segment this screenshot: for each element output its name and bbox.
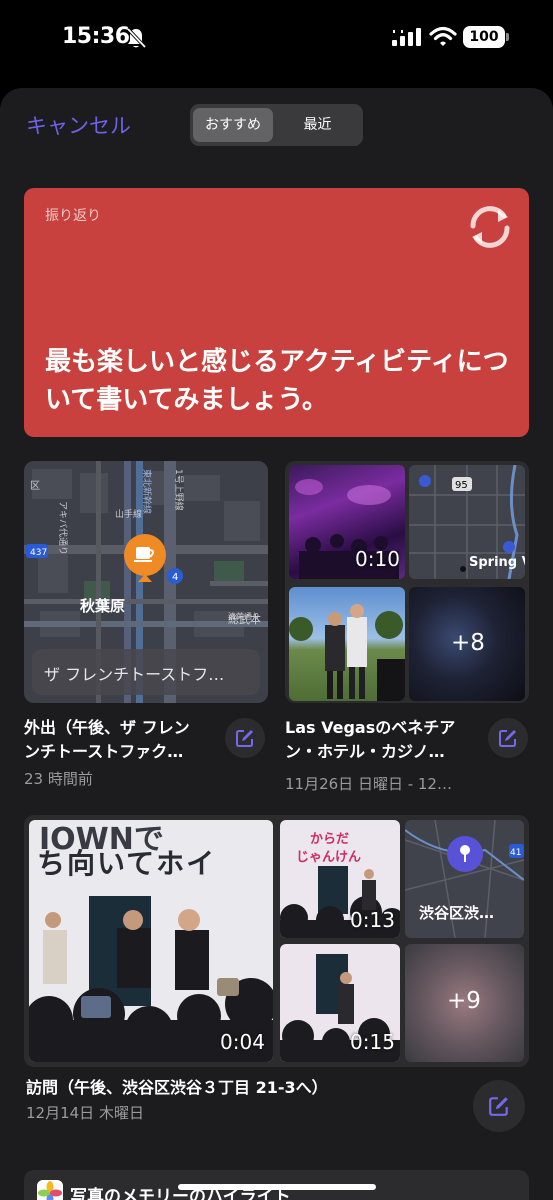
memory-title: 訪問（午後、渋谷区渋谷３丁目 21-3へ）	[26, 1078, 328, 1097]
map-thumbnail: 95 Spring V	[409, 465, 525, 579]
prompt-label: 振り返り	[45, 208, 101, 224]
segment-recommended[interactable]: おすすめ	[193, 108, 273, 142]
cellular-signal-icon	[392, 28, 421, 46]
place-banner-text: ザ フレンチトーストフ…	[44, 665, 225, 684]
reflection-prompt-card[interactable]: 振り返り 最も楽しいと感じるアクティビティについて書いてみましょう。	[24, 188, 529, 437]
video-thumbnail-main: IOWNで ち向いてホイ 0:04	[29, 820, 273, 1062]
map-area-label: 秋葉原	[80, 597, 126, 615]
memory-subtitle: 12月14日 木曜日	[26, 1104, 144, 1122]
compose-icon	[499, 730, 516, 747]
compose-icon	[236, 730, 253, 747]
route-badge: 41	[510, 848, 521, 858]
edit-memory-button[interactable]	[473, 1080, 525, 1132]
memory-title-line2: ンチトーストファク…	[24, 742, 184, 761]
video-thumbnail: 0:15	[280, 944, 400, 1062]
memory-card-las-vegas[interactable]: 0:10 95 Spring V +8	[285, 461, 529, 703]
memory-card-outing[interactable]: アキバ代通り 区 山手線 東北新幹線 1号上野線 清美通り 437 4 秋葉原 …	[24, 461, 268, 703]
street-label: 総武本	[228, 613, 261, 626]
prompt-text: 最も楽しいと感じるアクティビティについて書いてみましょう。	[45, 347, 509, 415]
memory-card-visit[interactable]: IOWNで ち向いてホイ 0:04 からだ じゃんけん 0:13 41 渋谷区渋…	[24, 815, 529, 1067]
video-duration: 0:10	[355, 547, 400, 571]
memory-title-line1: Las Vegasのベネチア	[285, 718, 456, 737]
compose-icon	[489, 1097, 508, 1116]
photos-app-icon	[37, 1180, 63, 1200]
svg-text:東北新幹線: 東北新幹線	[141, 469, 153, 514]
memory-title-line1: 外出（午後、ザ フレン	[24, 718, 190, 737]
refresh-icon[interactable]	[464, 204, 516, 250]
map-label: Spring V	[469, 555, 525, 570]
bell-slash-icon	[126, 27, 146, 49]
svg-text:1号上野線: 1号上野線	[173, 469, 185, 511]
svg-text:437: 437	[30, 548, 47, 558]
edit-memory-button[interactable]	[488, 718, 528, 758]
map-thumbnail: 41 渋谷区渋…	[405, 820, 524, 938]
svg-text:95: 95	[455, 480, 468, 491]
video-thumbnail: 0:10	[289, 465, 405, 579]
more-photos-tile[interactable]: +9	[405, 944, 524, 1062]
edit-memory-button[interactable]	[225, 718, 265, 758]
status-time: 15:36	[62, 24, 130, 49]
cancel-button[interactable]: キャンセル	[26, 110, 131, 140]
wifi-icon	[429, 26, 457, 46]
svg-text:アキバ代通り: アキバ代通り	[57, 501, 68, 555]
map-label: 渋谷区渋…	[419, 904, 495, 922]
svg-text:4: 4	[172, 572, 178, 583]
video-duration: 0:15	[350, 1030, 395, 1054]
memory-title-line2: ン・ホテル・カジノ…	[285, 742, 445, 761]
memory-subtitle: 11月26日 日曜日 - 12…	[285, 775, 452, 793]
video-duration: 0:13	[350, 908, 395, 932]
video-thumbnail: からだ じゃんけん 0:13	[280, 820, 400, 938]
battery-tip	[506, 33, 509, 41]
battery-indicator: 100	[463, 26, 505, 48]
segment-recent[interactable]: 最近	[275, 108, 360, 142]
svg-text:山手線: 山手線	[115, 508, 142, 520]
status-bar: 15:36 100	[0, 0, 553, 80]
more-count: +8	[451, 630, 485, 656]
home-indicator	[178, 1184, 376, 1190]
photo-thumbnail	[289, 587, 405, 701]
segmented-control: おすすめ 最近	[190, 104, 363, 146]
memory-subtitle: 23 時間前	[24, 770, 93, 788]
place-banner: ザ フレンチトーストフ…	[32, 649, 260, 695]
video-duration: 0:04	[220, 1030, 265, 1054]
more-photos-tile[interactable]: +8	[409, 587, 525, 701]
svg-text:区: 区	[30, 480, 40, 492]
more-count: +9	[447, 988, 481, 1014]
